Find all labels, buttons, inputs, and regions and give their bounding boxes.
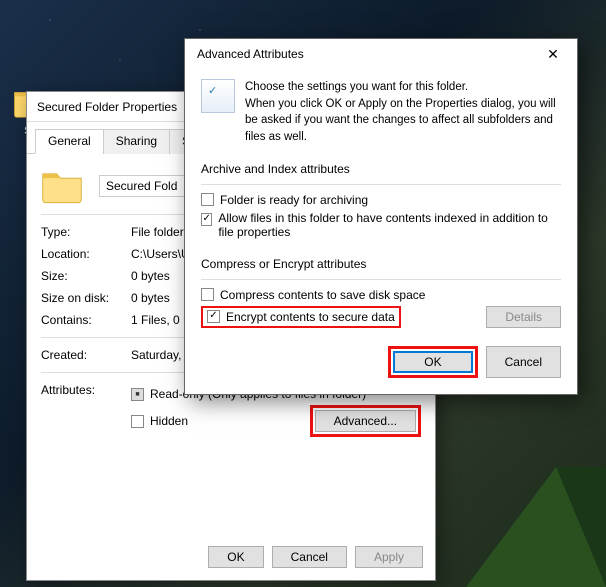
label-type: Type: bbox=[41, 225, 131, 239]
label-compress: Compress contents to save disk space bbox=[220, 288, 425, 302]
close-button[interactable]: ✕ bbox=[533, 41, 573, 67]
label-created: Created: bbox=[41, 348, 131, 362]
advanced-button[interactable]: Advanced... bbox=[315, 410, 416, 432]
label-encrypt: Encrypt contents to secure data bbox=[226, 310, 395, 324]
label-hidden: Hidden bbox=[150, 414, 188, 428]
ok-button[interactable]: OK bbox=[393, 351, 472, 373]
checkbox-hidden[interactable] bbox=[131, 415, 144, 428]
checkbox-compress[interactable] bbox=[201, 288, 214, 301]
checkbox-encrypt[interactable] bbox=[207, 310, 220, 323]
advanced-intro: Choose the settings you want for this fo… bbox=[201, 79, 561, 146]
settings-sheet-icon bbox=[201, 79, 235, 113]
highlight-advanced: Advanced... bbox=[310, 405, 421, 437]
label-archive-ready: Folder is ready for archiving bbox=[220, 193, 368, 207]
ok-button[interactable]: OK bbox=[208, 546, 263, 568]
compress-group-label: Compress or Encrypt attributes bbox=[201, 257, 561, 271]
tab-general[interactable]: General bbox=[35, 129, 104, 154]
highlight-encrypt: Encrypt contents to secure data bbox=[201, 306, 401, 328]
cancel-button[interactable]: Cancel bbox=[486, 346, 561, 378]
desktop-bg-tent bbox=[466, 467, 606, 587]
label-location: Location: bbox=[41, 247, 131, 261]
divider bbox=[201, 279, 561, 280]
tab-sharing[interactable]: Sharing bbox=[103, 129, 170, 154]
advanced-body: Choose the settings you want for this fo… bbox=[185, 69, 577, 394]
intro-line2: When you click OK or Apply on the Proper… bbox=[245, 96, 561, 146]
advanced-title: Advanced Attributes bbox=[197, 47, 304, 61]
properties-button-row: OK Cancel Apply bbox=[208, 546, 423, 568]
label-size-on-disk: Size on disk: bbox=[41, 291, 131, 305]
close-icon: ✕ bbox=[547, 46, 559, 62]
advanced-button-row: OK Cancel bbox=[201, 346, 561, 378]
folder-icon bbox=[41, 168, 83, 204]
label-size: Size: bbox=[41, 269, 131, 283]
advanced-attributes-window: Advanced Attributes ✕ Choose the setting… bbox=[184, 38, 578, 395]
label-attributes: Attributes: bbox=[41, 383, 121, 397]
label-index-allow: Allow files in this folder to have conte… bbox=[218, 211, 561, 239]
intro-line1: Choose the settings you want for this fo… bbox=[245, 79, 561, 96]
archive-group-label: Archive and Index attributes bbox=[201, 162, 561, 176]
checkbox-index-allow[interactable] bbox=[201, 213, 212, 226]
highlight-ok: OK bbox=[388, 346, 477, 378]
checkbox-archive-ready[interactable] bbox=[201, 193, 214, 206]
checkbox-readonly[interactable] bbox=[131, 388, 144, 401]
divider bbox=[201, 184, 561, 185]
advanced-titlebar: Advanced Attributes ✕ bbox=[185, 39, 577, 69]
cancel-button[interactable]: Cancel bbox=[272, 546, 347, 568]
apply-button[interactable]: Apply bbox=[355, 546, 423, 568]
details-button[interactable]: Details bbox=[486, 306, 561, 328]
label-contains: Contains: bbox=[41, 313, 131, 327]
